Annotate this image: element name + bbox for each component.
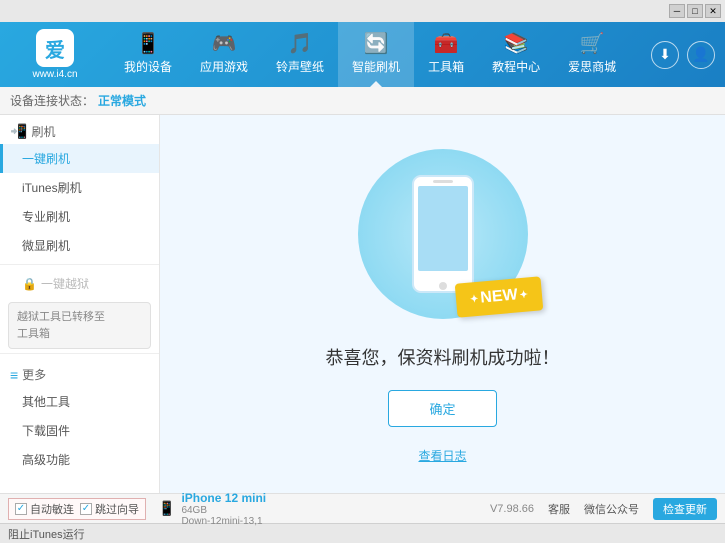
nav-my-device-label: 我的设备 bbox=[124, 58, 172, 75]
subtitle-link[interactable]: 查看日志 bbox=[418, 447, 466, 464]
sidebar-item-other-tools[interactable]: 其他工具 bbox=[0, 387, 159, 416]
nav-ringtones-label: 铃声壁纸 bbox=[276, 58, 324, 75]
nav-my-device[interactable]: 📱 我的设备 bbox=[110, 22, 186, 87]
header: 爱 www.i4.cn 📱 我的设备 🎮 应用游戏 🎵 铃声壁纸 🔄 智能刷机 … bbox=[0, 22, 725, 87]
minimize-button[interactable]: ─ bbox=[669, 4, 685, 18]
nav-actions: ⬇ 👤 bbox=[641, 41, 725, 69]
ringtones-icon: 🎵 bbox=[288, 34, 313, 54]
status-value: 正常模式 bbox=[98, 92, 146, 109]
success-title: 恭喜您，保资料刷机成功啦！ bbox=[326, 344, 560, 370]
device-storage: 64GB bbox=[181, 505, 266, 516]
sidebar-item-downgrade[interactable]: 微显刷机 bbox=[0, 231, 159, 260]
apps-games-icon: 🎮 bbox=[212, 34, 237, 54]
flash-section-label: 刷机 bbox=[31, 123, 55, 140]
tutorial-icon: 📚 bbox=[504, 34, 529, 54]
bottom-right: V7.98.66 客服 微信公众号 检查更新 bbox=[490, 498, 717, 520]
restore-button[interactable]: □ bbox=[687, 4, 703, 18]
nav-smart-flash-label: 智能刷机 bbox=[352, 58, 400, 75]
my-device-icon: 📱 bbox=[136, 34, 161, 54]
sidebar-section-more: ≡ 更多 bbox=[0, 358, 159, 387]
device-icon: 📱 bbox=[158, 500, 175, 517]
nav-apps-games-label: 应用游戏 bbox=[200, 58, 248, 75]
sidebar-section-flash: 📲 刷机 bbox=[0, 115, 159, 144]
skip-wizard-text: 跳过向导 bbox=[95, 501, 139, 517]
sidebar: 📲 刷机 一键刷机 iTunes刷机 专业刷机 微显刷机 🔒 一键越狱 越狱工具… bbox=[0, 115, 160, 493]
status-label: 设备连接状态： bbox=[10, 92, 94, 109]
download-button[interactable]: ⬇ bbox=[651, 41, 679, 69]
sparkle-right-icon: ✦ bbox=[520, 289, 529, 301]
auto-connect-label[interactable]: ✓ 自动敏连 bbox=[15, 501, 74, 517]
title-bar: ─ □ ✕ bbox=[0, 0, 725, 22]
sidebar-item-itunes[interactable]: iTunes刷机 bbox=[0, 173, 159, 202]
close-button[interactable]: ✕ bbox=[705, 4, 721, 18]
smart-flash-icon: 🔄 bbox=[364, 34, 389, 54]
sidebar-item-one-click[interactable]: 一键刷机 bbox=[0, 144, 159, 173]
bottom-bar: ✓ 自动敏连 ✓ 跳过向导 📱 iPhone 12 mini 64GB Down… bbox=[0, 493, 725, 523]
nav-ringtones[interactable]: 🎵 铃声壁纸 bbox=[262, 22, 338, 87]
wechat-link[interactable]: 微信公众号 bbox=[584, 501, 639, 517]
status-bar: 设备连接状态： 正常模式 bbox=[0, 87, 725, 115]
new-badge: ✦ NEW ✦ bbox=[455, 276, 544, 317]
sidebar-notice-jailbreak: 越狱工具已转移至工具箱 bbox=[8, 302, 151, 349]
device-info: 📱 iPhone 12 mini 64GB Down-12mini-13,1 bbox=[158, 491, 266, 527]
more-section-icon: ≡ bbox=[10, 367, 18, 383]
nav-toolbox[interactable]: 🧰 工具箱 bbox=[414, 22, 478, 87]
new-badge-text: NEW bbox=[480, 286, 519, 307]
device-details: iPhone 12 mini 64GB Down-12mini-13,1 bbox=[181, 491, 266, 527]
logo-text: www.i4.cn bbox=[32, 69, 77, 80]
content: ✦ NEW ✦ 恭喜您，保资料刷机成功啦！ 确定 查看日志 bbox=[160, 115, 725, 493]
sparkle-left-icon: ✦ bbox=[470, 293, 479, 305]
skip-wizard-checkbox[interactable]: ✓ bbox=[80, 503, 92, 515]
nav-store[interactable]: 🛒 爱思商城 bbox=[554, 22, 630, 87]
store-icon: 🛒 bbox=[580, 34, 605, 54]
sidebar-item-advanced[interactable]: 高级功能 bbox=[0, 445, 159, 474]
nav-smart-flash[interactable]: 🔄 智能刷机 bbox=[338, 22, 414, 87]
nav: 📱 我的设备 🎮 应用游戏 🎵 铃声壁纸 🔄 智能刷机 🧰 工具箱 📚 教程中心… bbox=[110, 22, 641, 87]
sidebar-item-pro-flash[interactable]: 专业刷机 bbox=[0, 202, 159, 231]
sidebar-divider-2 bbox=[0, 353, 159, 354]
window-controls[interactable]: ─ □ ✕ bbox=[669, 4, 721, 18]
lock-icon: 🔒 bbox=[22, 277, 37, 291]
nav-store-label: 爱思商城 bbox=[568, 58, 616, 75]
nav-apps-games[interactable]: 🎮 应用游戏 bbox=[186, 22, 262, 87]
sidebar-divider-1 bbox=[0, 264, 159, 265]
bottom-checkboxes: ✓ 自动敏连 ✓ 跳过向导 bbox=[8, 498, 146, 520]
customer-service-link[interactable]: 客服 bbox=[548, 501, 570, 517]
device-model: Down-12mini-13,1 bbox=[181, 516, 266, 527]
nav-tutorial-label: 教程中心 bbox=[492, 58, 540, 75]
logo: 爱 www.i4.cn bbox=[0, 29, 110, 80]
confirm-button[interactable]: 确定 bbox=[388, 390, 496, 427]
auto-connect-checkbox[interactable]: ✓ bbox=[15, 503, 27, 515]
itunes-bar: 阻止iTunes运行 bbox=[0, 523, 725, 543]
user-button[interactable]: 👤 bbox=[687, 41, 715, 69]
itunes-label: 阻止iTunes运行 bbox=[8, 526, 85, 542]
toolbox-icon: 🧰 bbox=[434, 34, 459, 54]
more-section-label: 更多 bbox=[22, 366, 46, 383]
success-illustration: ✦ NEW ✦ 恭喜您，保资料刷机成功啦！ 确定 查看日志 bbox=[326, 144, 560, 464]
skip-wizard-label[interactable]: ✓ 跳过向导 bbox=[80, 501, 139, 517]
main: 📲 刷机 一键刷机 iTunes刷机 专业刷机 微显刷机 🔒 一键越狱 越狱工具… bbox=[0, 115, 725, 493]
auto-connect-text: 自动敏连 bbox=[30, 501, 74, 517]
nav-tutorial[interactable]: 📚 教程中心 bbox=[478, 22, 554, 87]
version-text: V7.98.66 bbox=[490, 503, 534, 515]
nav-toolbox-label: 工具箱 bbox=[428, 58, 464, 75]
phone-badge-container: ✦ NEW ✦ bbox=[353, 144, 533, 324]
sidebar-disabled-jailbreak: 🔒 一键越狱 bbox=[0, 269, 159, 298]
sidebar-item-download-firmware[interactable]: 下载固件 bbox=[0, 416, 159, 445]
flash-section-icon: 📲 bbox=[10, 123, 27, 140]
logo-icon: 爱 bbox=[36, 29, 74, 67]
phone-svg bbox=[408, 174, 478, 294]
update-button[interactable]: 检查更新 bbox=[653, 498, 717, 520]
